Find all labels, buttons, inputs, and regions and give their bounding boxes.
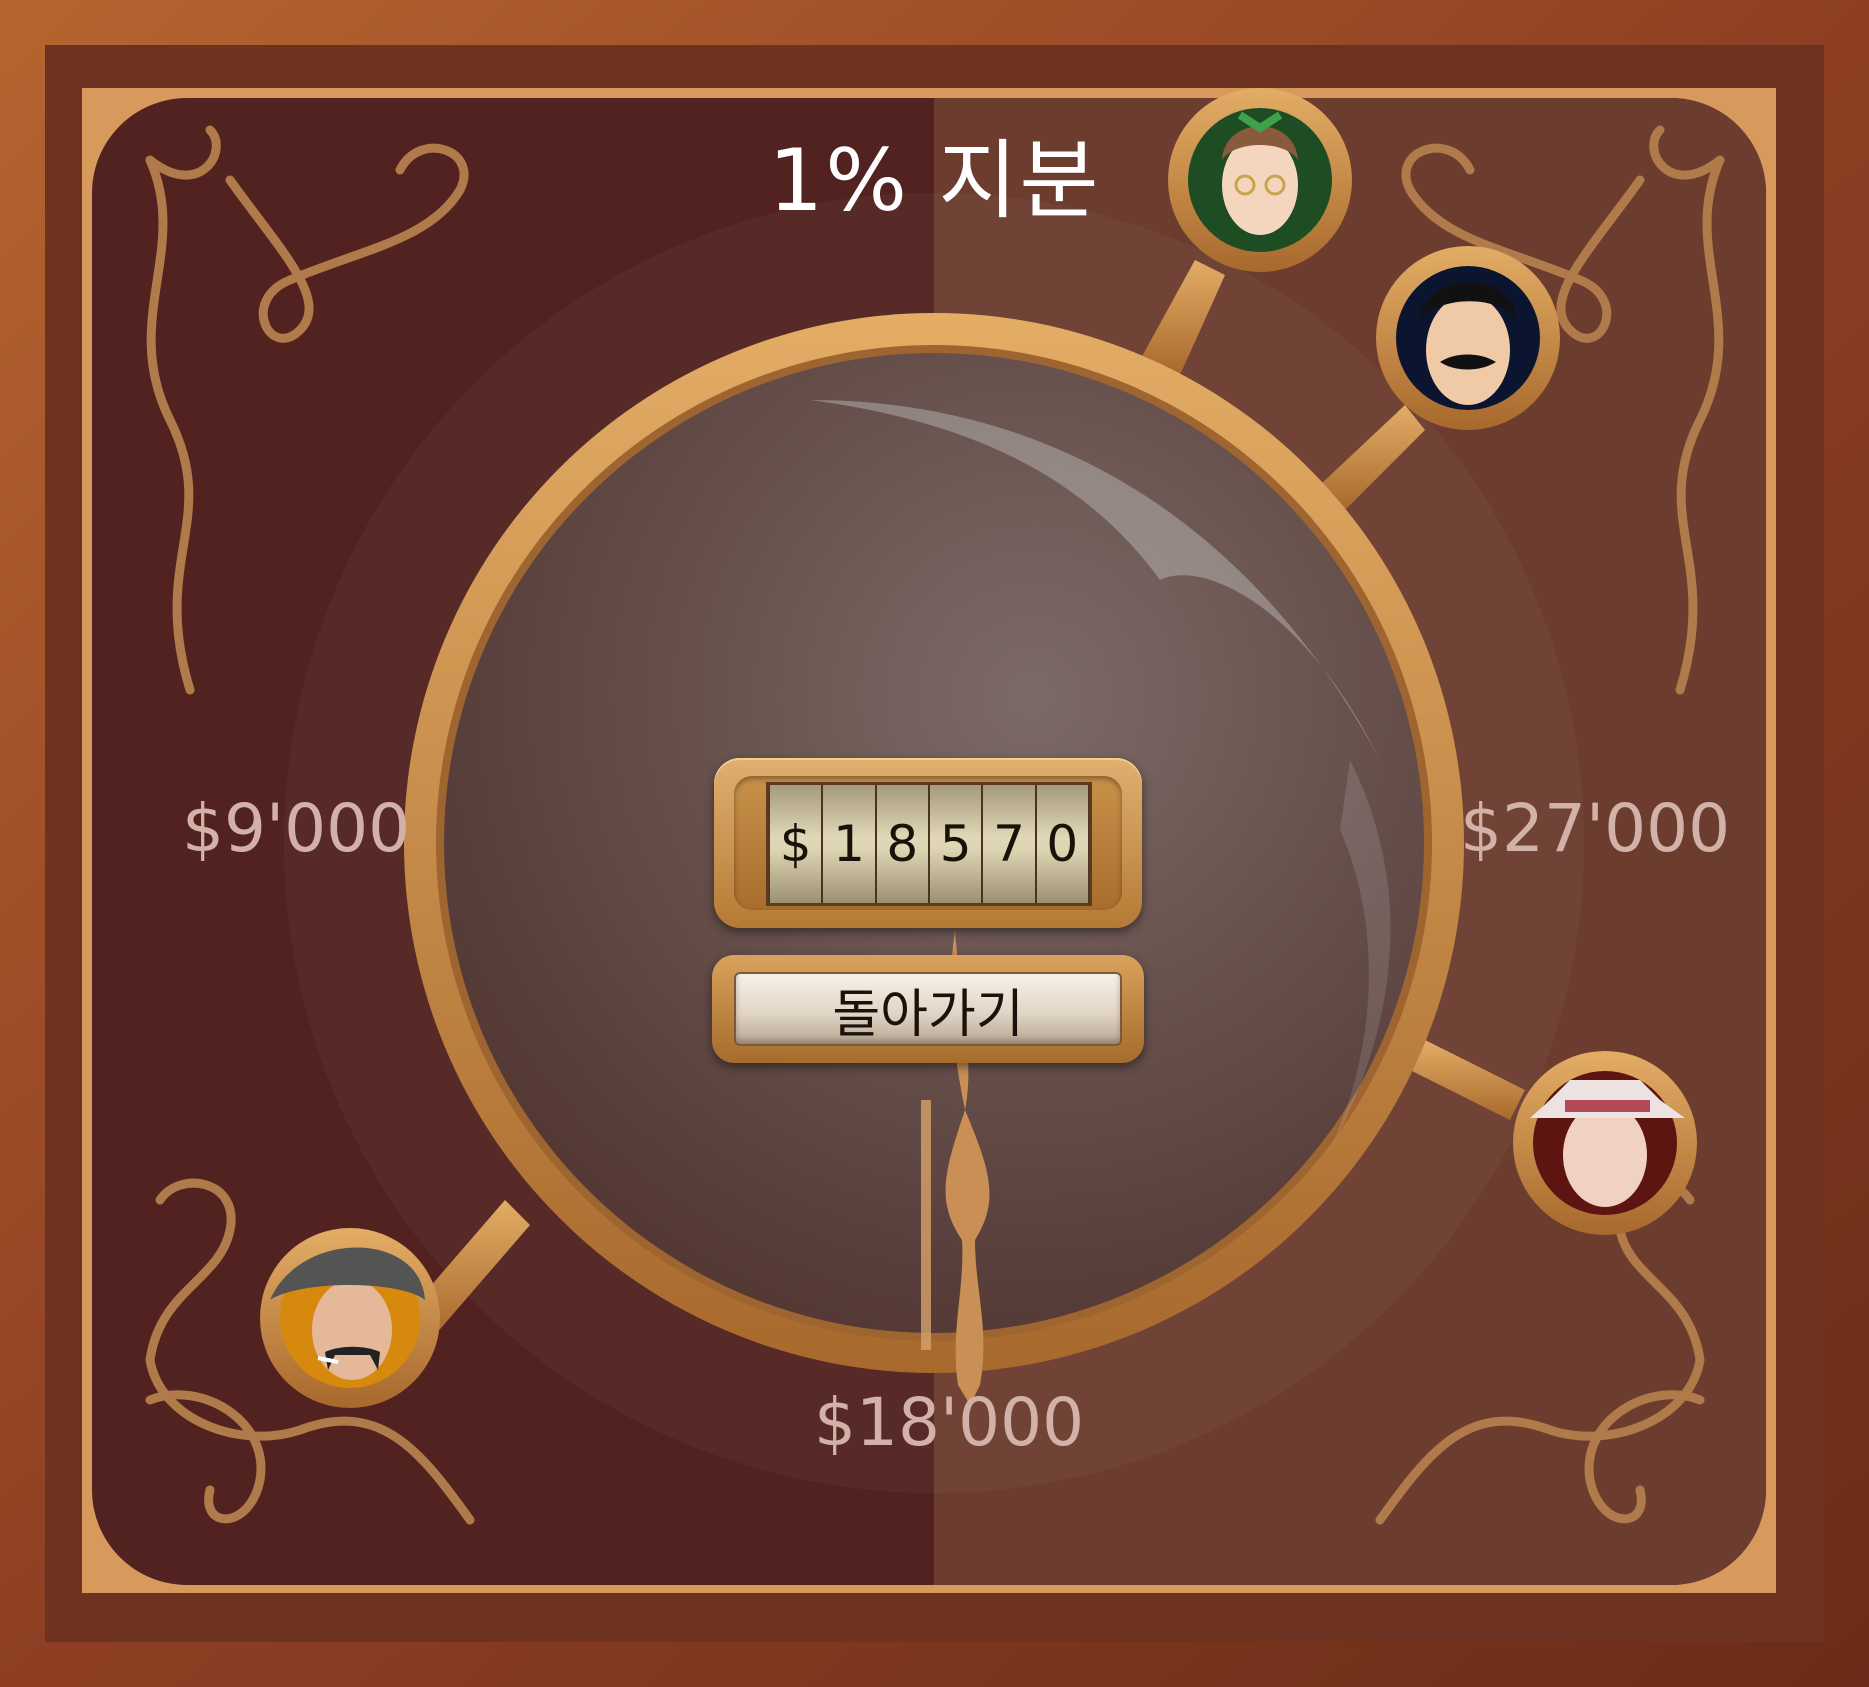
stake-title: 1% 지분 [768,131,1101,231]
counter-digit: 8 [876,785,928,903]
dial-label-right: $27'000 [1460,790,1731,867]
counter-digit: 0 [1036,785,1088,903]
player-avatar-woman-glasses [1168,88,1352,272]
player-avatar-old-man-hat [1513,1051,1697,1235]
player-avatar-mustached-man [1376,246,1560,430]
counter-digit: 7 [983,785,1035,903]
back-button-frame[interactable]: 돌아가기 [712,955,1144,1063]
player-avatar-cowboy [260,1228,440,1408]
counter-digit: 1 [823,785,875,903]
counter-digit: $ [770,785,822,903]
game-screen: 1% 지분 $9'000 $27'000 $18'000 $ 1 8 5 7 0… [0,0,1869,1687]
dial-label-bottom: $18'000 [814,1384,1085,1461]
counter-digit: 5 [929,785,982,903]
amount-counter: $ 1 8 5 7 0 [714,758,1142,928]
back-button[interactable]: 돌아가기 [734,972,1122,1046]
dial-label-left: $9'000 [182,790,411,867]
counter-digits: $ 1 8 5 7 0 [766,782,1092,906]
